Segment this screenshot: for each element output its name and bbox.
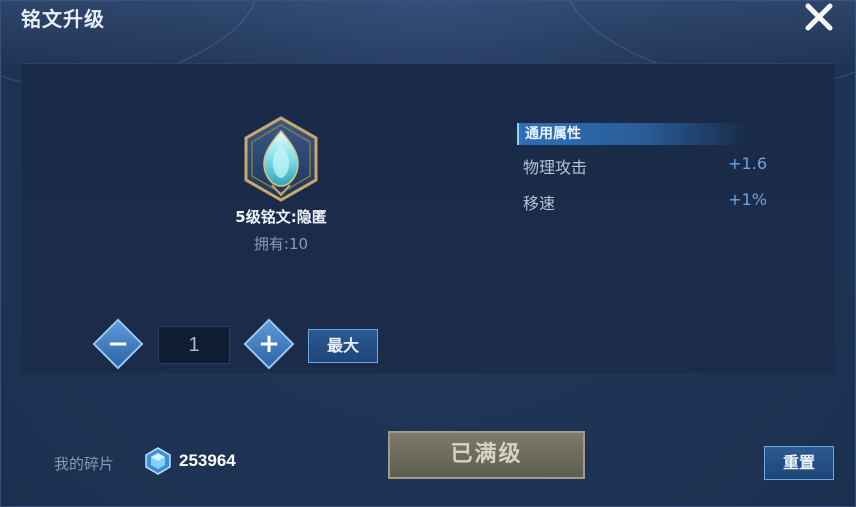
rune-owned-count: 拥有:10 (253, 235, 309, 253)
shard-label: 我的碎片 (54, 455, 115, 473)
rune-panel (21, 63, 835, 373)
max-level-button: 已满级 (388, 431, 585, 479)
rune-name: 5级铭文:隐匿 (235, 208, 327, 226)
attribute-label: 物理攻击 (523, 158, 588, 177)
attribute-value: +1.6 (728, 154, 767, 173)
close-button[interactable] (801, 1, 837, 33)
crystal-shard-icon (144, 447, 172, 475)
close-icon (805, 3, 833, 31)
attribute-label: 移速 (523, 194, 556, 213)
attribute-value: +1% (728, 190, 767, 209)
quantity-input[interactable]: 1 (158, 326, 230, 364)
rune-flame-icon (241, 115, 321, 203)
shard-count: 253964 (179, 451, 236, 470)
attributes-header: 通用属性 (517, 123, 747, 145)
rune-upgrade-dialog: 铭文升级 5级铭文:隐匿 拥有:10 通用属性 物理攻击 +1.6 移速 +1%… (0, 0, 856, 507)
attribute-row: 移速 +1% (523, 190, 773, 214)
attribute-row: 物理攻击 +1.6 (523, 154, 773, 178)
dialog-title: 铭文升级 (21, 7, 105, 31)
max-button[interactable]: 最大 (308, 329, 378, 363)
reset-button[interactable]: 重置 (764, 446, 834, 480)
